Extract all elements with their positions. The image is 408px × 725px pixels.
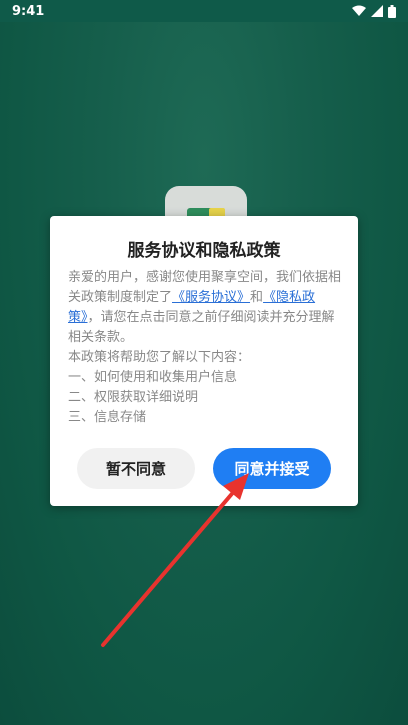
dialog-intro: 亲爱的用户，感谢您使用聚享空间，我们依据相关政策制度制定了《服务协议》和《隐私政… [68,268,346,348]
intro-suffix: ，请您在点击同意之前仔细阅读并充分理解相关条款。 [68,310,335,345]
battery-icon [388,4,396,18]
help-line: 本政策将帮助您了解以下内容： [68,350,251,365]
dialog-title: 服务协议和隐私政策 [127,241,281,261]
intro-conjunction: 和 [250,290,264,305]
list-item: 一、如何使用和收集用户信息 [68,370,238,385]
privacy-dialog: 服务协议和隐私政策 亲爱的用户，感谢您使用聚享空间，我们依据相关政策制度制定了《… [50,216,358,506]
wifi-icon [352,5,366,16]
signal-icon [371,5,383,17]
decline-button[interactable]: 暂不同意 [77,448,195,489]
accept-button[interactable]: 同意并接受 [213,448,331,489]
service-agreement-link[interactable]: 《服务协议》 [172,290,250,305]
status-icons [352,4,396,18]
status-time: 9:41 [12,3,45,19]
list-item: 二、权限获取详细说明 [68,390,199,405]
list-item: 三、信息存储 [68,410,147,425]
status-bar: 9:41 [0,0,408,22]
dialog-body: 亲爱的用户，感谢您使用聚享空间，我们依据相关政策制度制定了《服务协议》和《隐私政… [68,268,346,428]
